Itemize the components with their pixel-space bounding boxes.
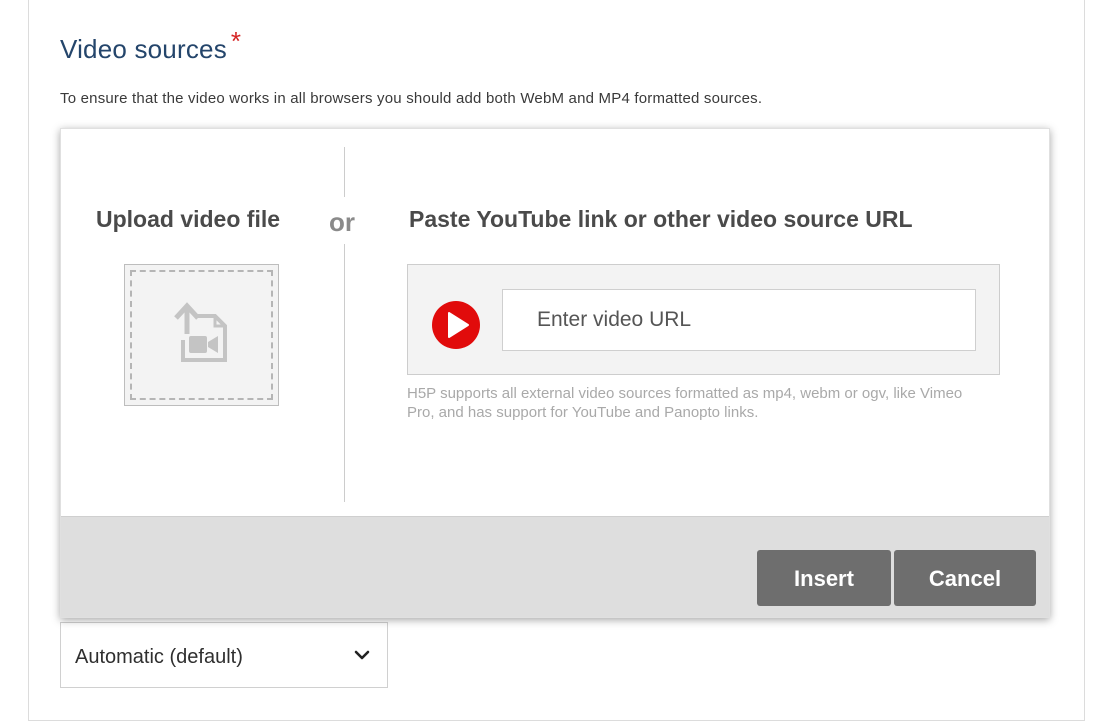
video-source-dialog: Upload video file or Paste YouTube link … — [60, 128, 1050, 618]
insert-button[interactable]: Insert — [757, 550, 891, 606]
video-url-input[interactable] — [502, 289, 976, 351]
divider-line-top — [344, 147, 345, 197]
upload-heading: Upload video file — [96, 206, 281, 232]
url-input-panel — [407, 264, 1000, 375]
section-heading: Video sources * — [60, 26, 241, 65]
upload-video-dropzone[interactable] — [124, 264, 279, 406]
chevron-down-icon — [354, 650, 370, 660]
quality-select-value: Automatic (default) — [75, 646, 243, 668]
url-heading: Paste YouTube link or other video source… — [409, 206, 913, 232]
video-file-upload-icon — [174, 302, 227, 362]
youtube-play-icon — [432, 301, 480, 349]
cancel-button[interactable]: Cancel — [894, 550, 1036, 606]
quality-select[interactable]: Automatic (default) — [60, 622, 388, 688]
section-title-text: Video sources — [60, 34, 227, 64]
divider-line-bottom — [344, 244, 345, 502]
section-description: To ensure that the video works in all br… — [60, 90, 763, 107]
required-marker: * — [230, 26, 242, 56]
url-help-text: H5P supports all external video sources … — [407, 385, 963, 421]
or-separator: or — [329, 207, 355, 237]
